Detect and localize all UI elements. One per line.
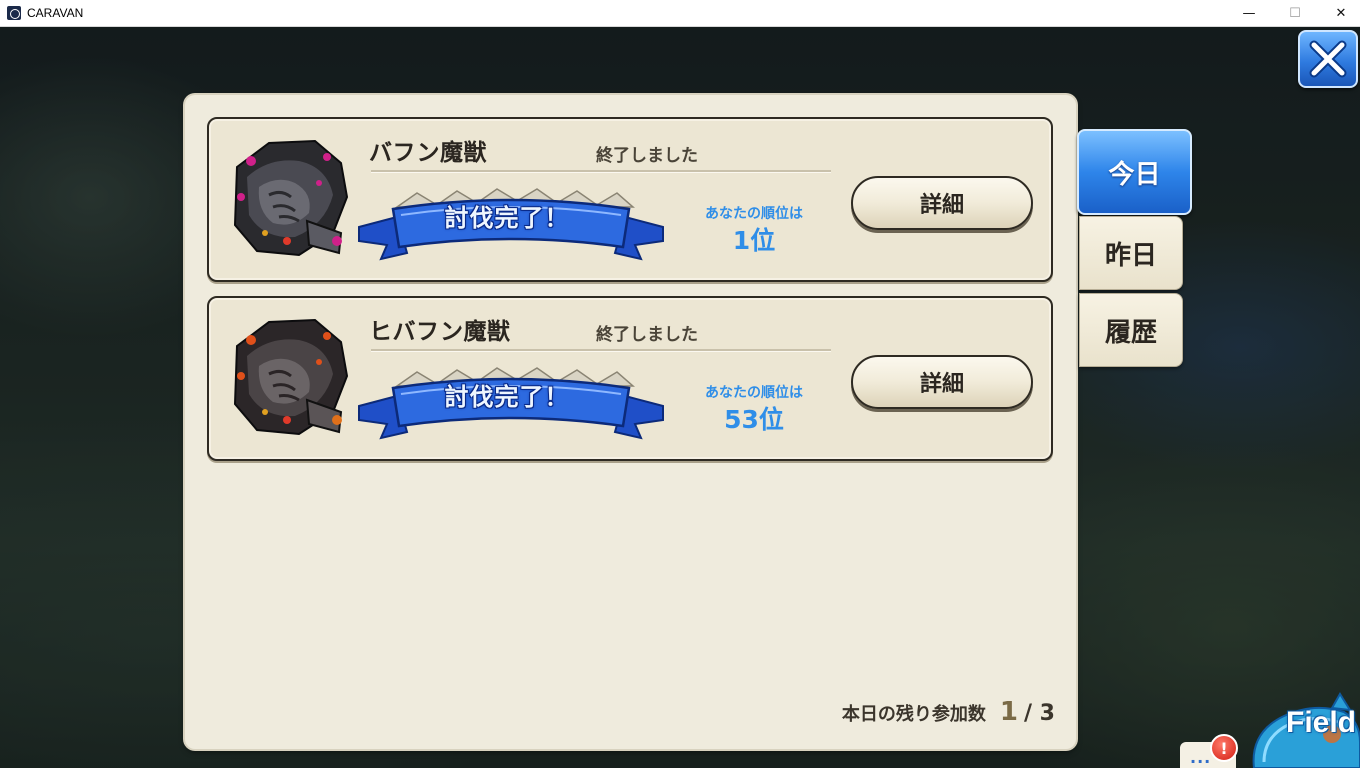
banner-text: 討伐完了！ (444, 204, 570, 232)
divider (371, 349, 831, 352)
rank-value: 53位 (724, 405, 784, 434)
monster-name: バフン魔獣 (369, 140, 487, 166)
remaining-label: 本日の残り参加数 (841, 704, 986, 725)
chat-dots-icon: ... (1190, 748, 1212, 767)
alert-badge-icon[interactable]: ! (1210, 734, 1238, 762)
raid-results-panel: バフン魔獣 終了しました 討伐完了！ あなたの順位は 1位 詳細 ヒバフン魔獣 … (185, 95, 1076, 749)
maximize-button[interactable]: ☐ (1272, 0, 1318, 26)
detail-button[interactable]: 詳細 (851, 176, 1033, 230)
banner-text: 討伐完了！ (444, 383, 570, 411)
defeated-banner: 討伐完了！ (357, 187, 665, 261)
raid-status: 終了しました (596, 146, 698, 166)
window-close-button[interactable]: ✕ (1318, 0, 1360, 26)
monster-portrait (233, 318, 349, 436)
defeated-banner: 討伐完了！ (357, 366, 665, 440)
remaining-total: / 3 (1023, 701, 1055, 726)
raid-status: 終了しました (596, 325, 698, 345)
minimize-button[interactable]: — (1226, 0, 1272, 26)
monster-name: ヒバフン魔獣 (369, 319, 511, 345)
window-titlebar: CARAVAN — ☐ ✕ (0, 0, 1360, 27)
remaining-current: 1 (999, 697, 1018, 727)
rank-label: あなたの順位は (705, 206, 803, 222)
detail-button[interactable]: 詳細 (851, 355, 1033, 409)
divider (371, 170, 831, 173)
tab-history[interactable]: 履歴 (1079, 293, 1183, 367)
tab-yesterday[interactable]: 昨日 (1079, 216, 1183, 290)
close-x-icon (1309, 40, 1347, 78)
caravan-app-icon (7, 6, 21, 20)
dialog-close-button[interactable] (1298, 30, 1358, 88)
window-title: CARAVAN (27, 6, 84, 20)
rank-label: あなたの順位は (705, 385, 803, 401)
rank-value: 1位 (732, 226, 776, 255)
raid-card: バフン魔獣 終了しました 討伐完了！ あなたの順位は 1位 詳細 (207, 117, 1053, 282)
field-button[interactable]: Field (1286, 706, 1356, 740)
tab-today[interactable]: 今日 (1077, 129, 1192, 215)
raid-card: ヒバフン魔獣 終了しました 討伐完了！ あなたの順位は 53位 詳細 (207, 296, 1053, 461)
remaining-entries: 本日の残り参加数 1 / 3 (815, 697, 1055, 731)
monster-portrait (233, 139, 349, 257)
